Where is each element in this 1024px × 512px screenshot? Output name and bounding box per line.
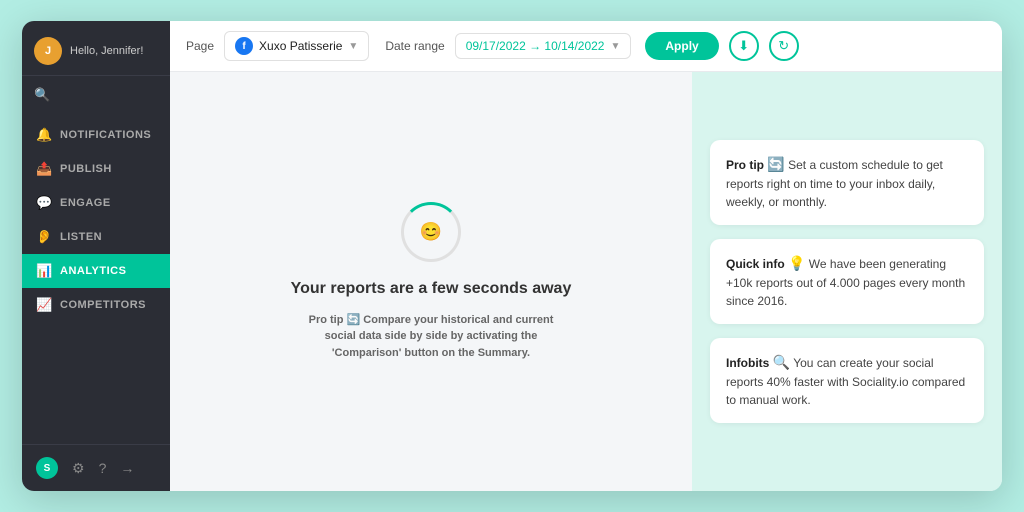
date-range-label: Date range bbox=[385, 39, 444, 53]
sidebar-item-label-competitors: Competitors bbox=[60, 299, 146, 311]
reports-title: Your reports are a few seconds away bbox=[291, 280, 572, 298]
download-icon: ⬇ bbox=[738, 38, 749, 54]
listen-icon: 👂 bbox=[36, 229, 52, 245]
pro-tip-card: Pro tip 🔄 Set a custom schedule to get r… bbox=[710, 140, 984, 225]
sidebar-item-notifications[interactable]: 🔔 Notifications bbox=[22, 118, 170, 152]
sidebar-item-label-analytics: Analytics bbox=[60, 265, 126, 277]
app-container: J Hello, Jennifer! 🔍 🔔 Notifications 📤 P… bbox=[22, 21, 1002, 491]
sidebar-item-analytics[interactable]: 📊 Analytics bbox=[22, 254, 170, 288]
infobits-card-icon: 🔍 bbox=[773, 354, 790, 370]
page-label: Page bbox=[186, 39, 214, 53]
settings-icon[interactable]: ⚙ bbox=[72, 460, 85, 477]
avatar: J bbox=[34, 37, 62, 65]
page-facebook-icon: f bbox=[235, 37, 253, 55]
quick-info-card-title: Quick info bbox=[726, 257, 785, 271]
sidebar-item-listen[interactable]: 👂 Listen bbox=[22, 220, 170, 254]
pro-tip-label: Pro tip bbox=[309, 314, 344, 326]
sidebar-item-label-notifications: Notifications bbox=[60, 129, 151, 141]
apply-button[interactable]: Apply bbox=[645, 32, 718, 60]
sidebar-header: J Hello, Jennifer! bbox=[22, 21, 170, 76]
toolbar: Page f Xuxo Patisserie ▼ Date range 09/1… bbox=[170, 21, 1002, 72]
sidebar-item-publish[interactable]: 📤 Publish bbox=[22, 152, 170, 186]
publish-icon: 📤 bbox=[36, 161, 52, 177]
infobits-card-title: Infobits bbox=[726, 356, 769, 370]
search-icon: 🔍 bbox=[34, 87, 50, 102]
sidebar-item-label-engage: Engage bbox=[60, 197, 111, 209]
notifications-icon: 🔔 bbox=[36, 127, 52, 143]
main-content: Page f Xuxo Patisserie ▼ Date range 09/1… bbox=[170, 21, 1002, 491]
sidebar-hello-text: Hello, Jennifer! bbox=[70, 45, 143, 57]
analytics-icon: 📊 bbox=[36, 263, 52, 279]
sidebar-item-engage[interactable]: 💬 Engage bbox=[22, 186, 170, 220]
sidebar: J Hello, Jennifer! 🔍 🔔 Notifications 📤 P… bbox=[22, 21, 170, 491]
date-range-value: 09/17/2022 → 10/14/2022 bbox=[466, 39, 605, 53]
engage-icon: 💬 bbox=[36, 195, 52, 211]
sidebar-item-label-listen: Listen bbox=[60, 231, 102, 243]
sidebar-footer: S ⚙ ? → bbox=[22, 444, 170, 491]
page-selector[interactable]: f Xuxo Patisserie ▼ bbox=[224, 31, 369, 61]
competitors-icon: 📈 bbox=[36, 297, 52, 313]
logout-icon[interactable]: → bbox=[120, 460, 134, 476]
sidebar-search[interactable]: 🔍 bbox=[22, 76, 170, 114]
infobits-card: Infobits 🔍 You can create your social re… bbox=[710, 338, 984, 423]
date-range-chevron-icon: ▼ bbox=[610, 41, 620, 52]
page-chevron-icon: ▼ bbox=[348, 41, 358, 52]
app-logo: S bbox=[36, 457, 58, 479]
content-body: Your reports are a few seconds away Pro … bbox=[170, 72, 1002, 491]
quick-info-card: Quick info 💡 We have been generating +10… bbox=[710, 239, 984, 324]
sidebar-item-competitors[interactable]: 📈 Competitors bbox=[22, 288, 170, 322]
date-range-selector[interactable]: 09/17/2022 → 10/14/2022 ▼ bbox=[455, 33, 632, 59]
sidebar-nav: 🔔 Notifications 📤 Publish 💬 Engage 👂 Lis… bbox=[22, 114, 170, 444]
right-panel: Pro tip 🔄 Set a custom schedule to get r… bbox=[692, 72, 1002, 491]
loading-spinner bbox=[401, 202, 461, 262]
page-name: Xuxo Patisserie bbox=[259, 39, 342, 53]
sidebar-item-label-publish: Publish bbox=[60, 163, 112, 175]
pro-tip-icon: 🔄 bbox=[347, 314, 364, 326]
pro-tip-card-icon: 🔄 bbox=[767, 156, 784, 172]
download-button[interactable]: ⬇ bbox=[729, 31, 759, 61]
help-icon[interactable]: ? bbox=[99, 460, 107, 476]
refresh-button[interactable]: ↻ bbox=[769, 31, 799, 61]
refresh-icon: ↻ bbox=[778, 38, 789, 54]
pro-tip-card-title: Pro tip bbox=[726, 158, 764, 172]
center-pro-tip: Pro tip 🔄 Compare your historical and cu… bbox=[301, 312, 561, 362]
center-panel: Your reports are a few seconds away Pro … bbox=[170, 72, 692, 491]
quick-info-card-icon: 💡 bbox=[788, 255, 805, 271]
